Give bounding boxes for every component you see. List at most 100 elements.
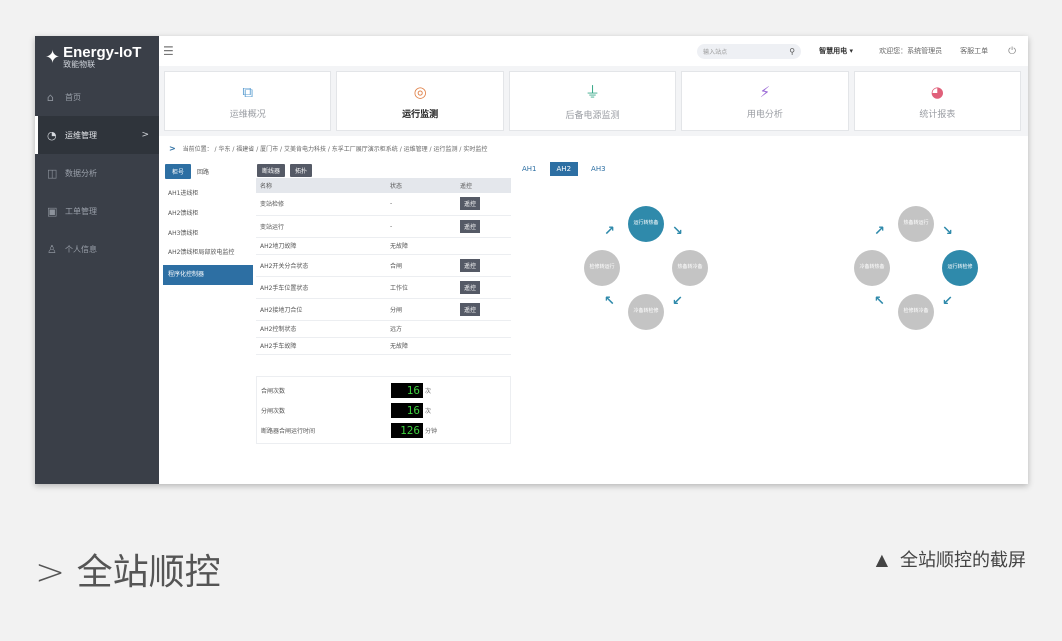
state-node[interactable]: 冷备转检修	[628, 294, 664, 330]
card-monitoring[interactable]: ◎ 运行监测	[336, 71, 504, 131]
caption-note: ▲ 全站顺控的截屏	[876, 546, 1026, 572]
row-control-empty	[456, 320, 511, 338]
pie-icon: ◕	[930, 82, 944, 101]
column-header: 名称	[256, 178, 386, 193]
tab-ah1[interactable]: AH1	[515, 162, 544, 176]
card-backup-power[interactable]: ⏚ 后备电源监测	[508, 71, 677, 131]
row-name: 变站检修	[256, 193, 386, 216]
feeder-item[interactable]: AH2馈线柜	[163, 204, 253, 224]
main-content: > 当前位置： / 华东 / 福建省 / 厦门市 / 艾美肯电力科技 / 东孚工…	[159, 136, 1028, 484]
ah-tabs: AH1 AH2 AH3	[515, 162, 613, 176]
chevron-right-icon: >	[141, 130, 149, 140]
table-toolbar: 断线器 拓扑	[257, 164, 313, 177]
row-name: AH2手车位置状态	[256, 276, 386, 299]
row-status: -	[386, 215, 456, 238]
monitor-icon: ◔	[47, 128, 57, 142]
remote-control-button[interactable]: 遥控	[460, 258, 481, 272]
counter-label: 分闸次数	[261, 407, 286, 415]
topology-button[interactable]: 拓扑	[290, 164, 313, 177]
power-icon[interactable]: ⏻	[1008, 46, 1016, 57]
counter-label: 断路器合闸运行时间	[261, 427, 316, 435]
state-node[interactable]: 热备转运行	[898, 206, 934, 242]
remote-control-button[interactable]: 遥控	[460, 219, 481, 233]
workorder-icon: ▣	[47, 204, 58, 218]
counter-row: 断路器合闸运行时间 126 分钟	[261, 420, 506, 440]
welcome-text: 欢迎您：系统管理员	[879, 47, 943, 55]
card-overview[interactable]: ⧉ 运维概况	[164, 71, 332, 131]
row-name: AH2开关分合状态	[256, 254, 386, 277]
sidebar-item-home[interactable]: ⌂ 首页	[35, 78, 159, 116]
card-reports[interactable]: ◕ 统计报表	[853, 71, 1022, 131]
target-icon: ◎	[413, 82, 427, 101]
row-control-empty	[456, 237, 511, 255]
bolt-icon: ⚡	[759, 82, 771, 101]
tab-ah2[interactable]: AH2	[549, 162, 579, 176]
sidebar-item-profile[interactable]: ♙ 个人信息	[35, 230, 159, 268]
brand-title: Energy-IoT	[63, 44, 142, 61]
system-select[interactable]: 智慧用电 ▾	[819, 46, 853, 56]
state-node[interactable]: 检修转运行	[584, 250, 620, 286]
card-label: 用电分析	[746, 109, 783, 120]
caption-title: > 全站顺控	[35, 552, 221, 593]
counter-unit: 次	[425, 387, 432, 395]
plug-icon: ⏚	[585, 83, 601, 101]
counter-row: 分闸次数 16 次	[261, 400, 506, 420]
counter-label: 合闸次数	[261, 387, 286, 395]
state-node-active[interactable]: 运行转热备	[628, 206, 664, 242]
card-label: 统计报表	[919, 109, 956, 120]
arrow-up-left-icon: ↖	[604, 294, 615, 309]
counter-value: 16	[391, 382, 423, 398]
state-node[interactable]: 热备转冷备	[672, 250, 708, 286]
sidebar-item-data-analysis[interactable]: ◫ 数据分析	[35, 154, 159, 192]
search-icon[interactable]: ⚲	[789, 47, 795, 56]
row-status: 远方	[386, 320, 456, 338]
sequence-diagram-1: 运行转热备 检修转运行 热备转冷备 冷备转检修 ↗ ↘ ↙ ↖	[584, 206, 708, 330]
feeder-item[interactable]: AH1进线柜	[163, 184, 253, 204]
sequence-diagram-2: 热备转运行 冷备转热备 运行转检修 检修转冷备 ↗ ↘ ↙ ↖	[854, 206, 978, 330]
row-status: 合闸	[386, 254, 456, 277]
remote-control-button[interactable]: 遥控	[460, 280, 481, 294]
card-label: 运行监测	[402, 109, 439, 120]
top-bar: ☰ 输入站点 ⚲ 智慧用电 ▾ 欢迎您：系统管理员 客服工单 ⏻	[159, 36, 1028, 66]
sidebar-item-label: 数据分析	[65, 168, 97, 178]
arrow-down-left-icon: ↙	[672, 294, 683, 309]
sidebar-item-label: 运维管理	[65, 130, 97, 140]
sidebar-item-label: 工单管理	[65, 206, 97, 216]
table-row: 变站运行 - 遥控	[256, 215, 511, 238]
card-label: 后备电源监测	[565, 111, 620, 121]
breaker-button[interactable]: 断线器	[257, 164, 286, 177]
logo: ✦ Energy-IoT 致能物联	[35, 36, 159, 78]
feeder-item-active[interactable]: 程序化控制器	[163, 265, 253, 285]
row-control-empty	[456, 337, 511, 355]
arrow-up-right-icon: ↗	[604, 224, 615, 239]
sidebar-item-operations[interactable]: ◔ 运维管理 >	[35, 116, 159, 154]
tab-ah3[interactable]: AH3	[584, 162, 613, 176]
table-row: AH2地刀故障 无故障	[256, 237, 511, 255]
remote-control-button[interactable]: 遥控	[460, 302, 481, 316]
row-name: AH2控制状态	[256, 320, 386, 338]
tab-circuit[interactable]: 回路	[197, 167, 209, 176]
search-input[interactable]: 输入站点 ⚲	[697, 43, 802, 59]
row-name: AH2接地刀合位	[256, 298, 386, 321]
brand-subtitle: 致能物联	[63, 60, 96, 69]
feeder-list: AH1进线柜 AH2馈线柜 AH3馈线柜 AH2馈线柜局部放电监控 程序化控制器	[163, 184, 253, 285]
arrow-down-right-icon: ↘	[942, 224, 953, 239]
module-cards: ⧉ 运维概况 ◎ 运行监测 ⏚ 后备电源监测 ⚡ 用电分析 ◕ 统计报表	[159, 66, 1028, 136]
arrow-up-right-icon: ↗	[874, 224, 885, 239]
service-ticket-link[interactable]: 客服工单	[960, 46, 988, 56]
menu-icon[interactable]: ☰	[163, 44, 174, 58]
row-name: AH2地刀故障	[256, 237, 386, 255]
state-node[interactable]: 冷备转热备	[854, 250, 890, 286]
state-node-active[interactable]: 运行转检修	[942, 250, 978, 286]
tab-cabinet[interactable]: 柜号	[165, 164, 192, 179]
remote-control-button[interactable]: 遥控	[460, 197, 481, 211]
breadcrumb: > 当前位置： / 华东 / 福建省 / 厦门市 / 艾美肯电力科技 / 东孚工…	[169, 144, 487, 153]
card-power-analysis[interactable]: ⚡ 用电分析	[681, 71, 849, 131]
table-row: AH2手车故障 无故障	[256, 337, 511, 355]
feeder-item[interactable]: AH2馈线柜局部放电监控	[163, 243, 253, 263]
state-node[interactable]: 检修转冷备	[898, 294, 934, 330]
sidebar-item-workorders[interactable]: ▣ 工单管理	[35, 192, 159, 230]
table-row: AH2手车位置状态 工作位 遥控	[256, 276, 511, 299]
counter-value: 16	[391, 402, 423, 418]
feeder-item[interactable]: AH3馈线柜	[163, 224, 253, 244]
